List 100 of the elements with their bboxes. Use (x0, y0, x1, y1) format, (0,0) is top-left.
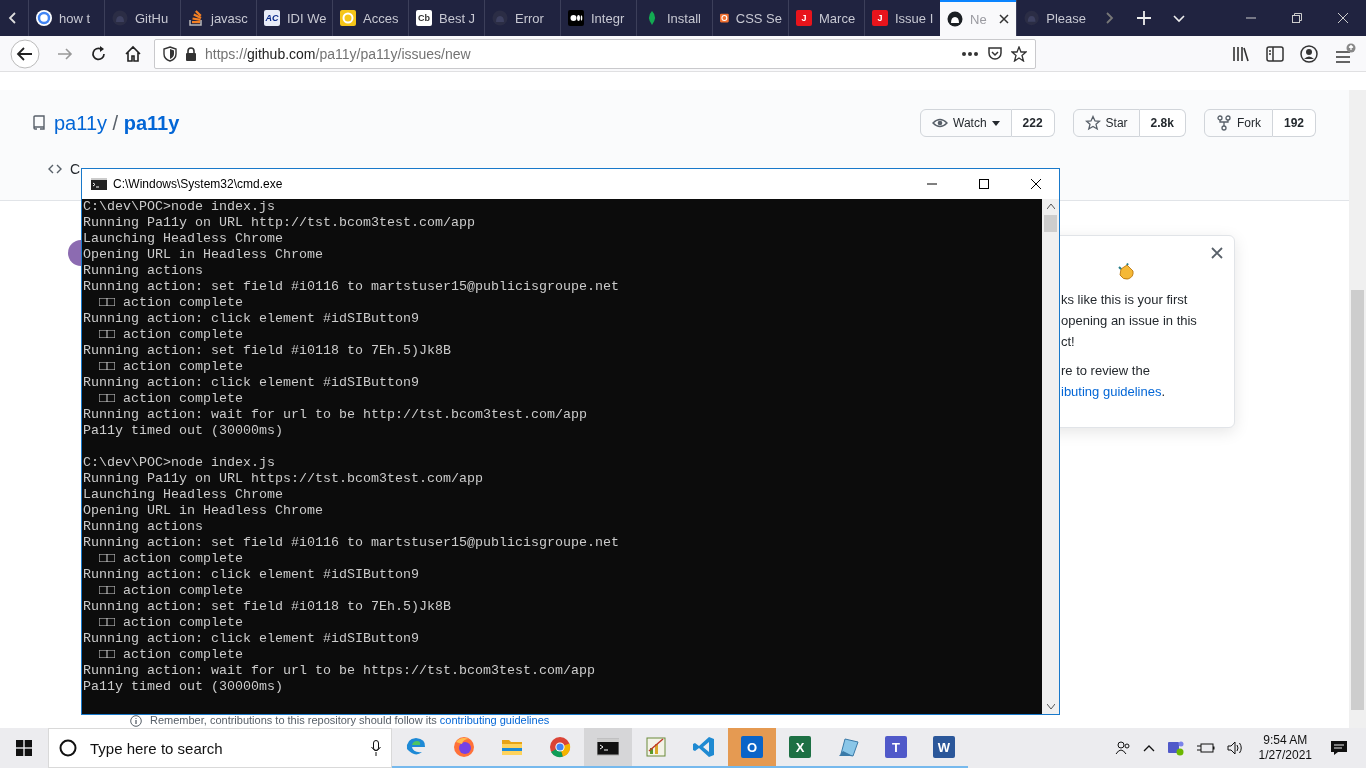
app-icon: O (741, 736, 763, 758)
menu-icon[interactable] (1334, 42, 1356, 65)
console-line: Running action: wait for url to be http://tst.bcom3test.com/app (83, 407, 588, 423)
library-icon[interactable] (1232, 45, 1250, 62)
app-icon: W (933, 736, 955, 758)
home-icon[interactable] (124, 44, 142, 63)
app-icon: X (789, 736, 811, 758)
teams-icon[interactable] (1166, 740, 1185, 756)
address-bar[interactable]: https://github.com/pa11y/pa11y/issues/new (154, 38, 1036, 69)
repo-title[interactable]: pa11y / pa11y (54, 111, 180, 135)
close-icon[interactable] (1211, 247, 1223, 259)
console-line: □□ action complete (98, 295, 244, 311)
welcome-text: ks like this is your first opening an issue in this ct! (1061, 291, 1198, 351)
scrollbar-thumb[interactable] (1044, 215, 1057, 232)
console-line: Running action: set field #i0116 to martstuser15@publicisgroupe.net (83, 535, 620, 551)
notifications-icon[interactable] (1330, 740, 1348, 756)
console-line: Running action: click element #idSIButton9 (83, 311, 420, 327)
fork-count[interactable]: 192 (1272, 109, 1316, 137)
star-button[interactable]: Star (1072, 109, 1140, 137)
taskbar-app[interactable]: T (872, 728, 920, 768)
chrome-icon (549, 736, 571, 758)
clock-time[interactable]: 9:54 AM (1263, 733, 1308, 748)
window-title: C:\Windows\System32\cmd.exe (113, 177, 283, 191)
console-line: Launching Headless Chrome (83, 231, 284, 247)
console-line: Pa11y timed out (30000ms) (83, 679, 284, 695)
close-icon[interactable] (998, 13, 1010, 25)
code-icon (693, 736, 715, 758)
star-count[interactable]: 2.8k (1139, 109, 1186, 137)
sidebar-icon[interactable] (1266, 45, 1284, 62)
watch-button[interactable]: Watch (920, 109, 1012, 137)
fork-icon (1215, 115, 1232, 131)
taskbar-app[interactable] (584, 728, 632, 768)
scroll-down-icon[interactable] (1046, 704, 1055, 709)
console-line: Running action: set field #i0118 to 7Eh.5)Jk8B (83, 343, 452, 359)
console-line: Running action: click element #idSIButton9 (83, 375, 420, 391)
scroll-up-icon[interactable] (1046, 204, 1055, 209)
logo-icon: AC (264, 10, 280, 26)
logo-icon: Cb (416, 10, 432, 26)
scrollbar[interactable] (1349, 90, 1366, 728)
firefox-icon (453, 736, 475, 758)
restore-icon[interactable] (1291, 12, 1303, 24)
clock-date[interactable]: 1/27/2021 (1258, 748, 1312, 763)
console-line: Running actions (83, 519, 204, 535)
console-line: Running actions (83, 263, 204, 279)
guidelines-link[interactable]: contributing guidelines (439, 714, 550, 726)
fork-button[interactable]: Fork (1203, 109, 1273, 137)
app-icon: T (885, 736, 907, 758)
people-icon[interactable] (1114, 740, 1131, 756)
console-line: C:\dev\POC>node index.js (83, 199, 276, 215)
pocket-icon[interactable] (987, 45, 1003, 62)
console-icon (91, 178, 107, 190)
console-line: □□ action complete (98, 615, 244, 631)
lock-icon (185, 46, 197, 61)
windows-icon[interactable] (16, 740, 32, 756)
chevron-up-icon[interactable] (1142, 744, 1155, 752)
battery-icon[interactable] (1196, 741, 1215, 755)
console-line: Running action: set field #i0118 to 7Eh.5)Jk8B (83, 599, 452, 615)
reload-icon[interactable] (90, 44, 108, 63)
account-icon[interactable] (1300, 44, 1318, 63)
star-icon (1084, 115, 1101, 131)
taskbar-app[interactable]: W (920, 728, 968, 768)
url-text: https://github.com/pa11y/pa11y/issues/new (205, 45, 471, 62)
console-line: □□ action complete (98, 391, 244, 407)
shield-icon (163, 45, 177, 62)
search-input[interactable]: Type here to search (88, 738, 360, 758)
more-icon[interactable] (961, 50, 979, 57)
star-icon[interactable] (1011, 45, 1027, 62)
microphone-icon (371, 740, 381, 756)
console-line: C:\dev\POC>node index.js (83, 455, 276, 471)
scrollbar[interactable] (1042, 199, 1059, 714)
repo-tab[interactable]: C (70, 161, 81, 177)
code-icon (48, 164, 62, 174)
new-tab-icon[interactable] (1136, 10, 1152, 26)
logo-icon: J (796, 10, 812, 26)
console-line: Running action: click element #idSIButton9 (83, 631, 420, 647)
console-line: Pa11y timed out (30000ms) (83, 423, 284, 439)
volume-icon[interactable] (1226, 741, 1245, 755)
watch-count[interactable]: 222 (1011, 109, 1055, 137)
console-line: Opening URL in Headless Chrome (83, 503, 324, 519)
console-line: □□ action complete (98, 647, 244, 663)
taskbar-app[interactable]: O (728, 728, 776, 768)
contribution-note: Remember, contributions to this repository should follow its contributing guidelines (150, 714, 550, 727)
maximize-icon[interactable] (978, 178, 990, 190)
close-icon[interactable] (1030, 178, 1042, 190)
console-line: □□ action complete (98, 551, 244, 567)
console-line: Opening URL in Headless Chrome (83, 247, 324, 263)
logo-icon: J (872, 10, 888, 26)
console-line: □□ action complete (98, 359, 244, 375)
avatar (68, 240, 81, 266)
review-text: re to review the ibuting guidelines. (1061, 362, 1167, 401)
console-line: Running action: wait for url to be https://tst.bcom3test.com/app (83, 663, 596, 679)
back-icon[interactable] (10, 38, 40, 69)
console-line: Running Pa11y on URL https://tst.bcom3test.com/app (83, 471, 484, 487)
info-icon (130, 714, 142, 727)
console-line: Running action: click element #idSIButton9 (83, 567, 420, 583)
search-field[interactable]: Type here to search (48, 728, 392, 768)
scrollbar-thumb[interactable] (1351, 290, 1364, 710)
taskbar-app[interactable]: X (776, 728, 824, 768)
console-icon (597, 736, 619, 758)
caret-icon (991, 120, 1000, 126)
